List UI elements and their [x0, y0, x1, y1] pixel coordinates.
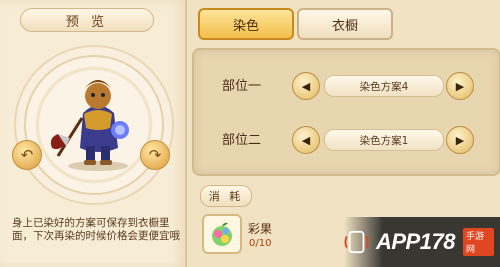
part-1-prev-button[interactable]: ◀ [292, 72, 320, 100]
rotate-right-button[interactable]: ↷ [140, 140, 170, 170]
watermark-subtext: 手游网 [462, 228, 494, 256]
part-row-2: 部位二 ◀ 染色方案1 ▶ [194, 124, 499, 154]
dye-parts-box: 部位一 ◀ 染色方案4 ▶ 部位二 ◀ 染色方案1 ▶ [192, 48, 500, 176]
preview-panel: 预 览 ↶ ↷ 身上已染好的方案可保存到衣橱里面，下次再染的时候价格会更便宜哦 [0, 0, 187, 267]
part-2-next-button[interactable]: ▶ [446, 126, 474, 154]
rotate-right-icon: ↷ [148, 146, 162, 164]
tab-wardrobe[interactable]: 衣橱 [297, 8, 393, 40]
character-model[interactable] [48, 68, 148, 173]
preview-hint-text: 身上已染好的方案可保存到衣橱里面，下次再染的时候价格会更便宜哦 [12, 217, 180, 242]
part-2-label: 部位二 [222, 133, 262, 148]
left-arrow-icon: ◀ [301, 133, 311, 147]
part-2-scheme-selector[interactable]: 染色方案1 [324, 129, 444, 151]
part-2-prev-button[interactable]: ◀ [292, 126, 320, 154]
right-arrow-icon: ▶ [455, 133, 465, 147]
game-ui-frame: 预 览 ↶ ↷ 身上已染好的方案可保存到衣橱里面，下次再染的时候价格会更便宜哦 … [0, 0, 500, 267]
preview-title: 预 览 [20, 8, 154, 32]
item-count: 0/10 [249, 238, 272, 249]
item-name: 彩果 [248, 222, 273, 236]
rotate-left-button[interactable]: ↶ [12, 140, 42, 170]
phone-logo-icon [344, 230, 369, 254]
site-watermark: APP178 手游网 [344, 217, 500, 267]
consume-label: 消 耗 [200, 185, 252, 207]
rotate-left-icon: ↶ [20, 146, 34, 164]
item-slot[interactable] [202, 214, 242, 254]
part-1-label: 部位一 [222, 79, 262, 94]
part-1-scheme-selector[interactable]: 染色方案4 [324, 75, 444, 97]
watermark-text: APP178 [375, 229, 455, 254]
tab-dye[interactable]: 染色 [198, 8, 294, 40]
part-row-1: 部位一 ◀ 染色方案4 ▶ [194, 70, 499, 100]
right-arrow-icon: ▶ [455, 79, 465, 93]
part-1-next-button[interactable]: ▶ [446, 72, 474, 100]
left-arrow-icon: ◀ [301, 79, 311, 93]
colored-fruit-icon [212, 222, 232, 246]
